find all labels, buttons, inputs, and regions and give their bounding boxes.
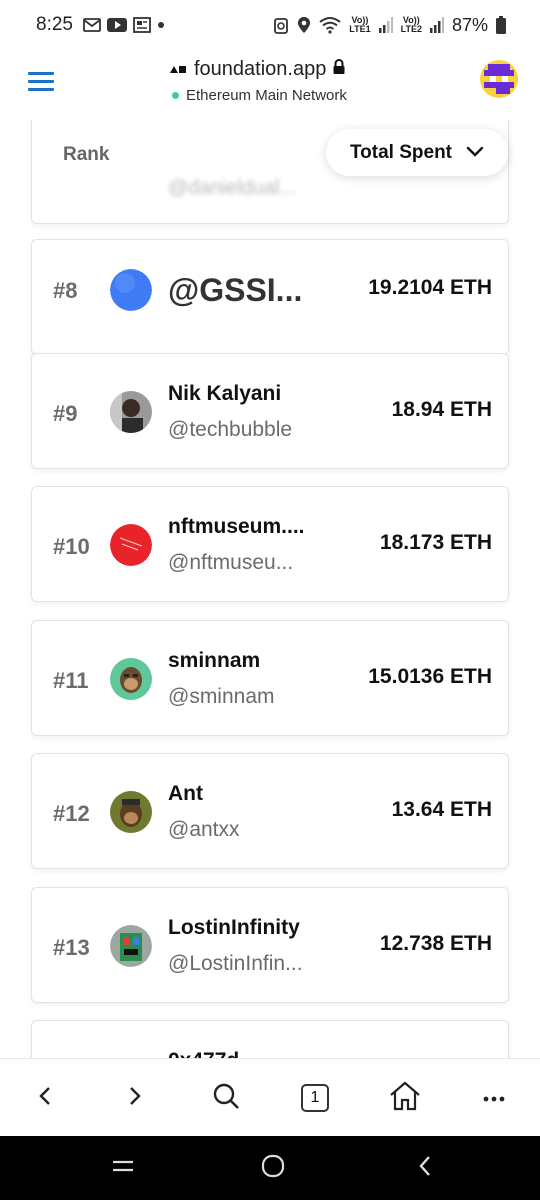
- user-avatar[interactable]: [110, 925, 152, 967]
- leaderboard-content: @danieldual... Rank Total Spent #8 @GSSI…: [0, 120, 540, 1058]
- network-status-dot: [172, 92, 179, 99]
- row-rank: #12: [53, 801, 90, 826]
- back-chevron-icon: [418, 1155, 432, 1182]
- url-display[interactable]: foundation.app Ethereum Main Network: [170, 58, 400, 104]
- gmail-notification-icon: [83, 17, 101, 33]
- row-handle[interactable]: @antxx: [168, 818, 240, 842]
- home-circle-icon: [261, 1154, 285, 1183]
- more-notifications-dot-icon: [157, 21, 165, 29]
- row-handle[interactable]: @techbubble: [168, 418, 292, 442]
- recents-button[interactable]: [108, 1154, 138, 1182]
- signal-strength-2-icon: [429, 17, 444, 33]
- row-amount: 15.0136 ETH: [368, 665, 492, 688]
- foundation-logo-icon: [170, 58, 188, 81]
- browser-address-bar: foundation.app Ethereum Main Network: [0, 50, 540, 121]
- home-icon: [389, 1081, 421, 1116]
- row-rank: #10: [53, 534, 90, 559]
- row-name[interactable]: nftmuseum....: [168, 515, 305, 539]
- row-rank: #8: [53, 278, 78, 303]
- forward-button[interactable]: [120, 1081, 150, 1115]
- row-rank: #9: [53, 401, 78, 426]
- tab-count: 1: [301, 1084, 329, 1112]
- row-name[interactable]: Nik Kalyani: [168, 382, 281, 406]
- row-rank: #13: [53, 935, 90, 960]
- user-avatar[interactable]: [110, 791, 152, 833]
- row-amount: 18.173 ETH: [379, 531, 492, 554]
- user-avatar[interactable]: [110, 658, 152, 700]
- battery-icon: [496, 16, 506, 34]
- data-saver-icon: [273, 16, 289, 34]
- network-name: Ethereum Main Network: [186, 87, 347, 104]
- home-button[interactable]: [387, 1081, 423, 1115]
- signal-strength-1-icon: [378, 17, 393, 33]
- status-bar: 8:25 Vo)) LTE1 Vo)) LTE2 87%: [0, 0, 540, 50]
- leaderboard-row[interactable]: #13 LostinInfinity @LostinInfin... 12.73…: [31, 887, 509, 1003]
- news-notification-icon: [133, 17, 151, 33]
- status-time: 8:25: [36, 14, 73, 35]
- back-nav-button[interactable]: [410, 1154, 440, 1182]
- row-name[interactable]: 0x477d...: [168, 1049, 257, 1058]
- row-handle[interactable]: @GSSI...: [168, 272, 302, 309]
- row-handle[interactable]: @LostinInfin...: [168, 952, 303, 976]
- browser-toolbar: 1: [0, 1058, 540, 1137]
- lock-icon: [332, 58, 346, 81]
- leaderboard-row[interactable]: #8 @GSSI... 19.2104 ETH: [31, 239, 509, 355]
- leaderboard-row[interactable]: #11 sminnam @sminnam 15.0136 ETH: [31, 620, 509, 736]
- more-dots-icon: [483, 1089, 505, 1107]
- chevron-down-icon: [466, 142, 484, 164]
- row-handle[interactable]: @nftmuseu...: [168, 551, 293, 575]
- user-avatar[interactable]: [110, 391, 152, 433]
- recents-icon: [111, 1159, 135, 1178]
- row-amount: 19.2104 ETH: [368, 276, 492, 299]
- leaderboard-row[interactable]: #9 Nik Kalyani @techbubble 18.94 ETH: [31, 353, 509, 469]
- sort-dropdown-button[interactable]: Total Spent: [326, 129, 508, 176]
- search-icon: [212, 1082, 240, 1115]
- wifi-icon: [319, 16, 341, 34]
- row-rank: #11: [53, 668, 89, 693]
- account-avatar[interactable]: [480, 60, 518, 98]
- row-handle[interactable]: @sminnam: [168, 685, 275, 709]
- url-text: foundation.app: [194, 58, 327, 80]
- row-amount: 12.738 ETH: [379, 932, 492, 955]
- system-navigation-bar: [0, 1136, 540, 1200]
- search-button[interactable]: [208, 1081, 244, 1115]
- row-name[interactable]: LostinInfinity: [168, 916, 300, 940]
- leaderboard-row-partial[interactable]: 0x477d...: [31, 1020, 509, 1058]
- user-avatar[interactable]: [110, 524, 152, 566]
- rank-column-label: Rank: [63, 144, 110, 165]
- chevron-left-icon: [38, 1085, 52, 1112]
- leaderboard-header: Rank Total Spent: [31, 120, 509, 224]
- chevron-right-icon: [128, 1085, 142, 1112]
- row-name[interactable]: sminnam: [168, 649, 260, 673]
- home-nav-button[interactable]: [258, 1154, 288, 1182]
- tabs-button[interactable]: 1: [299, 1081, 331, 1115]
- location-icon: [297, 16, 311, 34]
- leaderboard-row[interactable]: #10 nftmuseum.... @nftmuseu... 18.173 ET…: [31, 486, 509, 602]
- sim2-volte-indicator: Vo)) LTE2: [400, 15, 422, 34]
- sim1-volte-indicator: Vo)) LTE1: [349, 15, 371, 34]
- battery-percent: 87%: [451, 14, 488, 35]
- hamburger-menu-icon[interactable]: [28, 72, 54, 94]
- row-amount: 13.64 ETH: [391, 798, 492, 821]
- back-button[interactable]: [30, 1081, 60, 1115]
- row-amount: 18.94 ETH: [391, 398, 492, 421]
- more-menu-button[interactable]: [478, 1081, 510, 1115]
- row-name[interactable]: Ant: [168, 782, 203, 806]
- leaderboard-row[interactable]: #12 Ant @antxx 13.64 ETH: [31, 753, 509, 869]
- user-avatar[interactable]: [110, 269, 152, 311]
- sort-label: Total Spent: [349, 141, 453, 163]
- youtube-notification-icon: [106, 17, 127, 33]
